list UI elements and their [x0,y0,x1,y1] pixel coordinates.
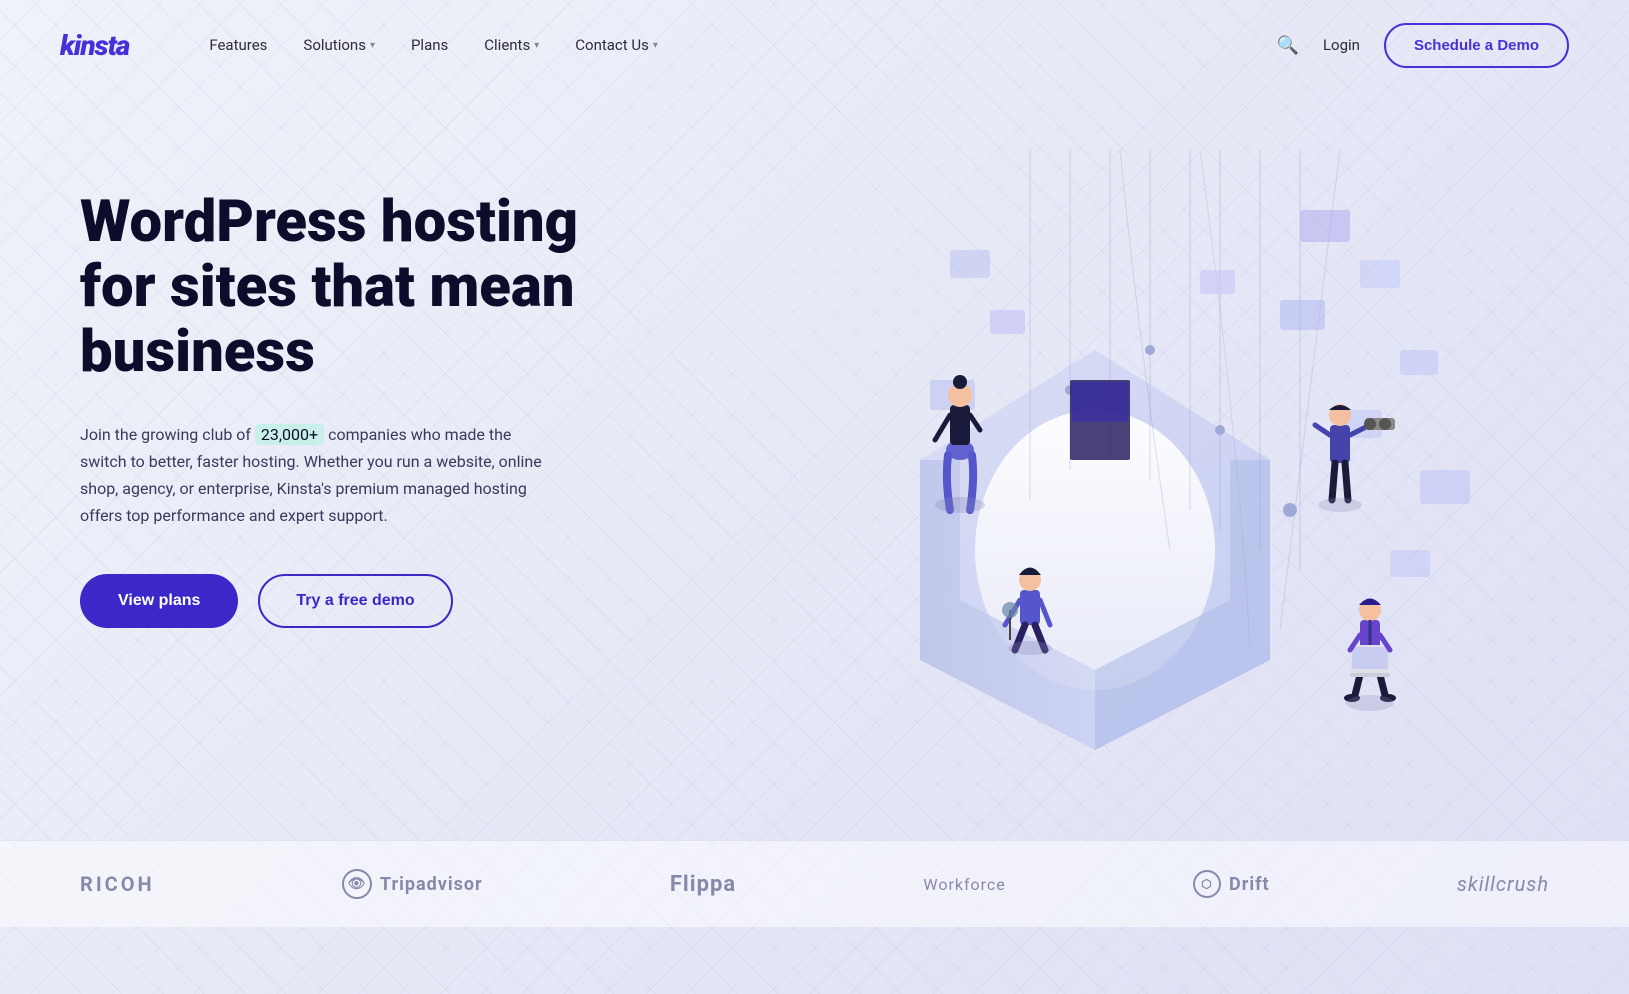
clients-bar: RICOH 👁 Tripadvisor Flippa Workforce ⬡ D… [0,840,1629,927]
drift-icon: ⬡ [1193,870,1221,898]
client-workforce: Workforce [923,875,1005,894]
highlight-number: 23,000+ [255,424,324,445]
page-wrapper: kinsta Features Solutions ▾ Plans Client… [0,0,1629,994]
chevron-down-icon: ▾ [534,40,539,51]
schedule-demo-button[interactable]: Schedule a Demo [1384,23,1569,68]
client-tripadvisor: 👁 Tripadvisor [342,869,483,899]
view-plans-button[interactable]: View plans [80,574,238,628]
nav-actions: 🔍 Login Schedule a Demo [1277,23,1569,68]
nav-plans[interactable]: Plans [411,36,448,54]
client-flippa: Flippa [670,872,736,897]
hero-title: WordPress hosting for sites that mean bu… [80,190,660,385]
hero-content: WordPress hosting for sites that mean bu… [80,150,660,628]
hero-svg-illustration [720,150,1470,770]
navbar: kinsta Features Solutions ▾ Plans Client… [0,0,1629,90]
nav-clients[interactable]: Clients ▾ [484,36,539,54]
nav-links: Features Solutions ▾ Plans Clients ▾ Con… [209,36,1276,54]
nav-solutions[interactable]: Solutions ▾ [303,36,375,54]
client-skillcrush: skillcrush [1457,872,1549,896]
search-icon[interactable]: 🔍 [1277,35,1299,56]
chevron-down-icon: ▾ [653,40,658,51]
hero-description: Join the growing club of 23,000+ compani… [80,421,560,530]
nav-contact[interactable]: Contact Us ▾ [575,36,658,54]
hero-section: WordPress hosting for sites that mean bu… [0,90,1629,840]
brand-logo[interactable]: kinsta [60,29,129,62]
login-link[interactable]: Login [1323,36,1360,54]
try-demo-button[interactable]: Try a free demo [258,574,452,628]
hero-illustration [720,150,1569,800]
hero-buttons: View plans Try a free demo [80,574,660,628]
tripadvisor-icon: 👁 [342,869,372,899]
client-ricoh: RICOH [80,872,155,896]
chevron-down-icon: ▾ [370,40,375,51]
client-drift: ⬡ Drift [1193,870,1270,898]
nav-features[interactable]: Features [209,36,267,54]
